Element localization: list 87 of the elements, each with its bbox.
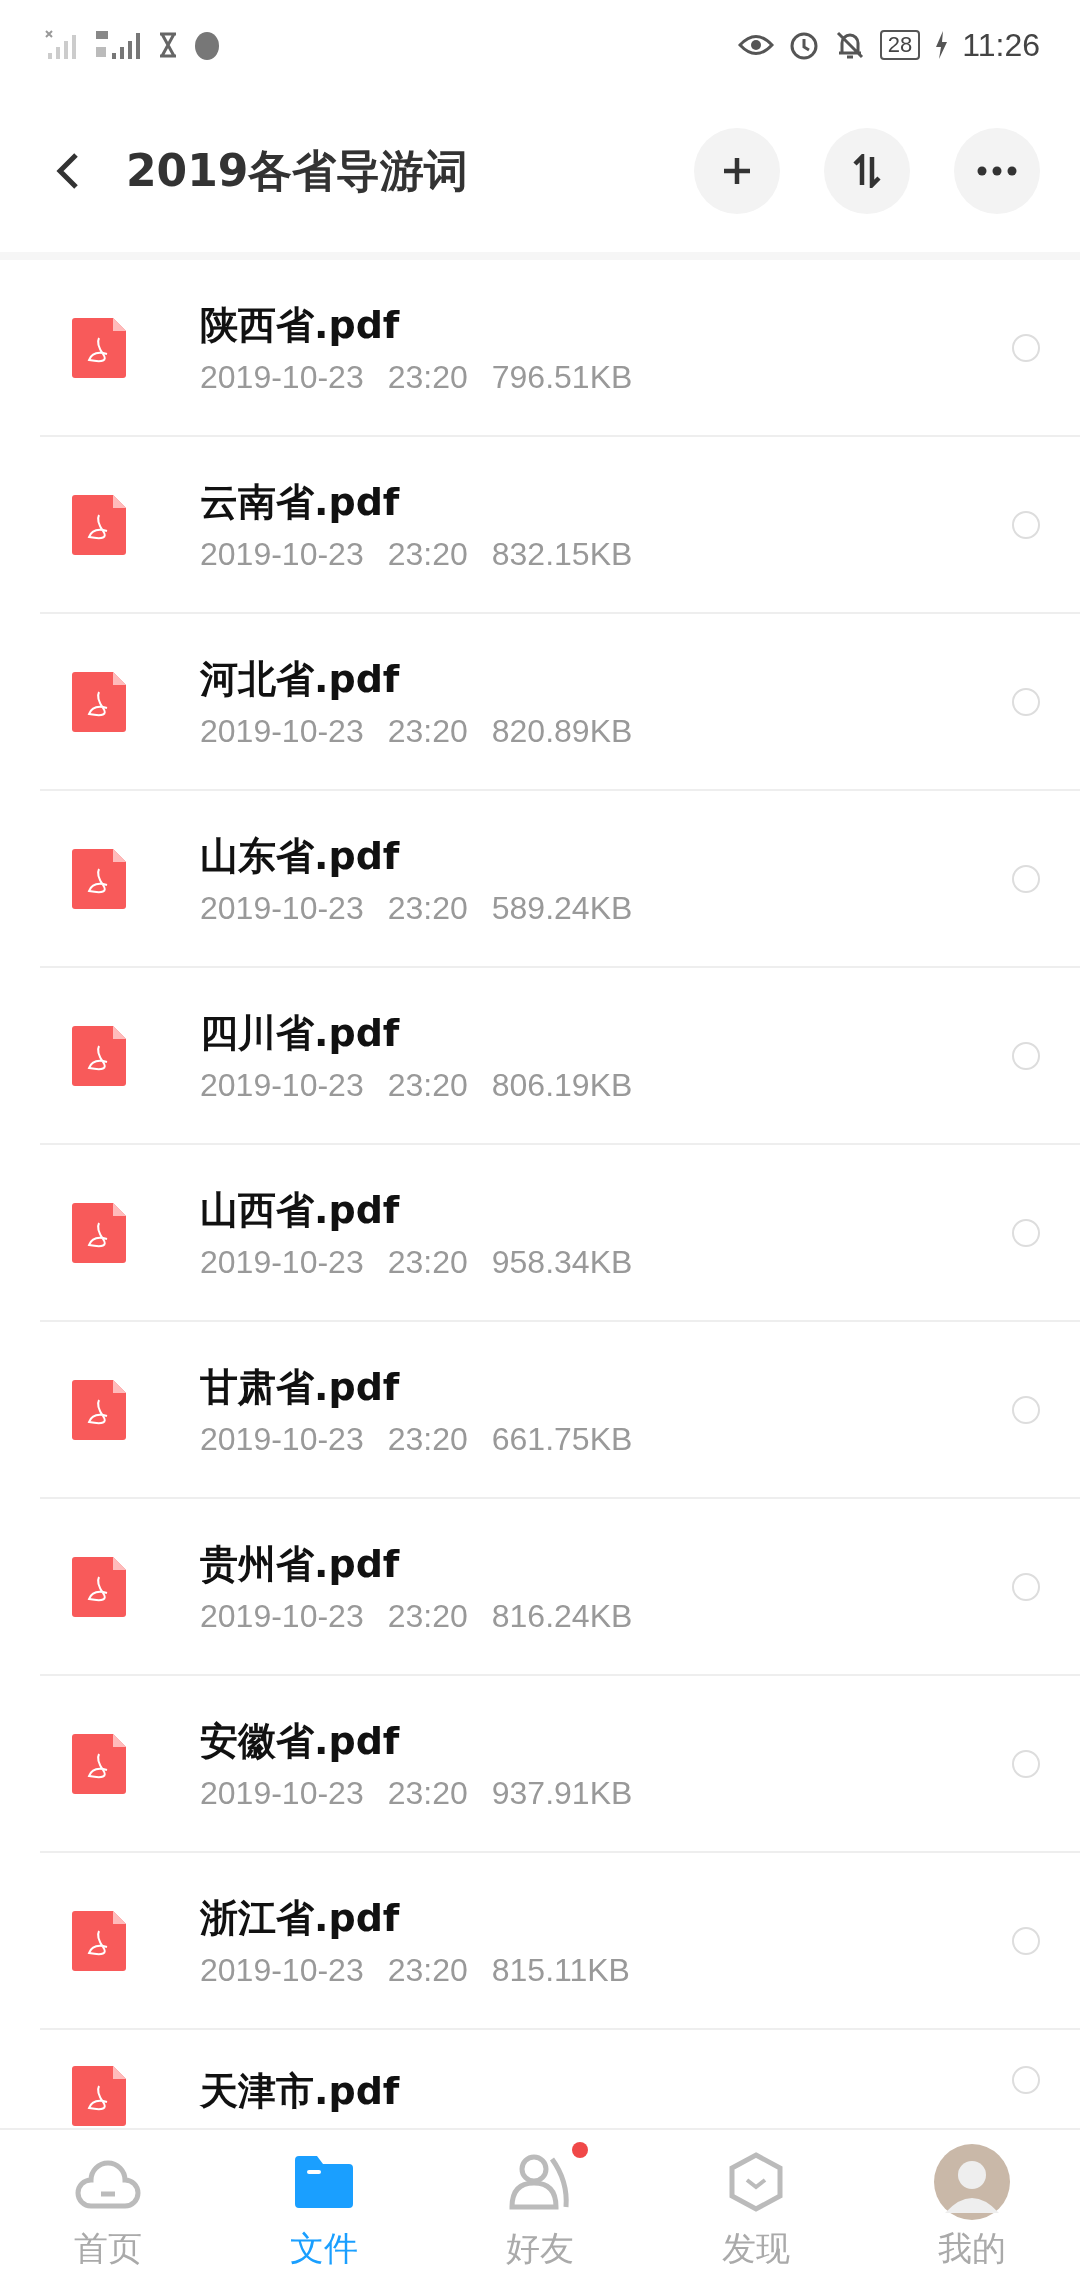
select-radio[interactable] — [1012, 333, 1040, 362]
file-name: 贵州省.pdf — [200, 1540, 401, 1588]
pdf-file-icon — [72, 1556, 126, 1617]
file-row[interactable]: 山东省.pdf 2019-10-23 23:20 589.24KB — [40, 791, 1080, 968]
file-size: 815.11KB — [491, 1951, 630, 1989]
file-size: 958.34KB — [491, 1243, 633, 1281]
pdf-file-icon — [72, 317, 126, 378]
avatar-icon — [933, 2143, 1011, 2221]
select-radio[interactable] — [1012, 1218, 1040, 1247]
folder-icon — [295, 2156, 353, 2208]
file-name: 安徽省.pdf — [200, 1717, 401, 1765]
file-date: 2019-10-23 — [200, 1597, 364, 1635]
file-row[interactable]: 河北省.pdf 2019-10-23 23:20 820.89KB — [40, 614, 1080, 791]
file-date: 2019-10-23 — [200, 1243, 364, 1281]
file-name: 天津市.pdf — [200, 2068, 401, 2115]
select-radio[interactable] — [1012, 864, 1040, 893]
file-size: 937.91KB — [491, 1774, 633, 1812]
file-name: 山西省.pdf — [200, 1186, 401, 1234]
file-size: 820.89KB — [491, 712, 633, 750]
file-row[interactable]: 云南省.pdf 2019-10-23 23:20 832.15KB — [40, 437, 1080, 614]
select-radio[interactable] — [1012, 2066, 1040, 2094]
select-radio[interactable] — [1012, 1041, 1040, 1070]
file-date: 2019-10-23 — [200, 535, 364, 573]
file-date: 2019-10-23 — [200, 1066, 364, 1104]
clock-time: 11:26 — [962, 26, 1040, 64]
file-row[interactable]: 天津市.pdf — [40, 2030, 1080, 2128]
file-name: 山东省.pdf — [200, 832, 401, 880]
select-radio[interactable] — [1012, 1572, 1040, 1601]
file-time: 23:20 — [387, 1951, 468, 1989]
file-time: 23:20 — [387, 1420, 468, 1458]
file-row[interactable]: 山西省.pdf 2019-10-23 23:20 958.34KB — [40, 1145, 1080, 1322]
file-size: 796.51KB — [491, 358, 633, 396]
pdf-file-icon — [72, 1379, 126, 1440]
file-time: 23:20 — [387, 1774, 468, 1812]
file-name: 甘肃省.pdf — [200, 1363, 401, 1411]
file-size: 661.75KB — [491, 1420, 633, 1458]
pdf-file-icon — [72, 671, 126, 732]
select-radio[interactable] — [1012, 1926, 1040, 1955]
hourglass-icon — [158, 32, 178, 58]
file-name: 陕西省.pdf — [200, 301, 401, 349]
file-row[interactable]: 四川省.pdf 2019-10-23 23:20 806.19KB — [40, 968, 1080, 1145]
file-row[interactable]: 陕西省.pdf 2019-10-23 23:20 796.51KB — [40, 260, 1080, 437]
file-row[interactable]: 安徽省.pdf 2019-10-23 23:20 937.91KB — [40, 1676, 1080, 1853]
file-size: 832.15KB — [491, 535, 633, 573]
pdf-file-icon — [72, 2066, 126, 2126]
plus-icon — [721, 155, 753, 187]
select-radio[interactable] — [1012, 1749, 1040, 1778]
file-date: 2019-10-23 — [200, 1951, 364, 1989]
file-time: 23:20 — [387, 1597, 468, 1635]
file-name: 浙江省.pdf — [200, 1894, 401, 1942]
file-time: 23:20 — [387, 889, 468, 927]
select-radio[interactable] — [1012, 510, 1040, 539]
battery-level: 28 — [879, 30, 921, 60]
pdf-file-icon — [72, 1025, 126, 1086]
file-time: 23:20 — [387, 535, 468, 573]
file-date: 2019-10-23 — [200, 358, 364, 396]
hexagon-icon — [728, 2152, 784, 2212]
file-size: 816.24KB — [491, 1597, 633, 1635]
charging-icon — [934, 30, 949, 60]
file-time: 23:20 — [387, 1066, 468, 1104]
file-row[interactable]: 甘肃省.pdf 2019-10-23 23:20 661.75KB — [40, 1322, 1080, 1499]
file-date: 2019-10-23 — [200, 1774, 364, 1812]
pdf-file-icon — [72, 1910, 126, 1971]
file-name: 河北省.pdf — [200, 655, 401, 703]
folder-title: 2019各省导游词 — [126, 143, 470, 198]
file-size: 806.19KB — [491, 1066, 633, 1104]
select-radio[interactable] — [1012, 1395, 1040, 1424]
file-size: 589.24KB — [491, 889, 633, 927]
file-date: 2019-10-23 — [200, 1420, 364, 1458]
file-name: 云南省.pdf — [200, 478, 401, 526]
file-date: 2019-10-23 — [200, 889, 364, 927]
pdf-file-icon — [72, 1202, 126, 1263]
more-icon — [977, 166, 1017, 176]
back-icon[interactable] — [56, 151, 80, 191]
file-time: 23:20 — [387, 712, 468, 750]
select-radio[interactable] — [1012, 687, 1040, 716]
friends-icon — [508, 2153, 572, 2211]
file-time: 23:20 — [387, 1243, 468, 1281]
eye-icon — [737, 32, 774, 58]
file-row[interactable]: 浙江省.pdf 2019-10-23 23:20 815.11KB — [40, 1853, 1080, 2030]
file-name: 四川省.pdf — [200, 1009, 401, 1057]
pdf-file-icon — [72, 848, 126, 909]
file-row[interactable]: 贵州省.pdf 2019-10-23 23:20 816.24KB — [40, 1499, 1080, 1676]
file-time: 23:20 — [387, 358, 468, 396]
file-date: 2019-10-23 — [200, 712, 364, 750]
pdf-file-icon — [72, 1733, 126, 1794]
pdf-file-icon — [72, 494, 126, 555]
